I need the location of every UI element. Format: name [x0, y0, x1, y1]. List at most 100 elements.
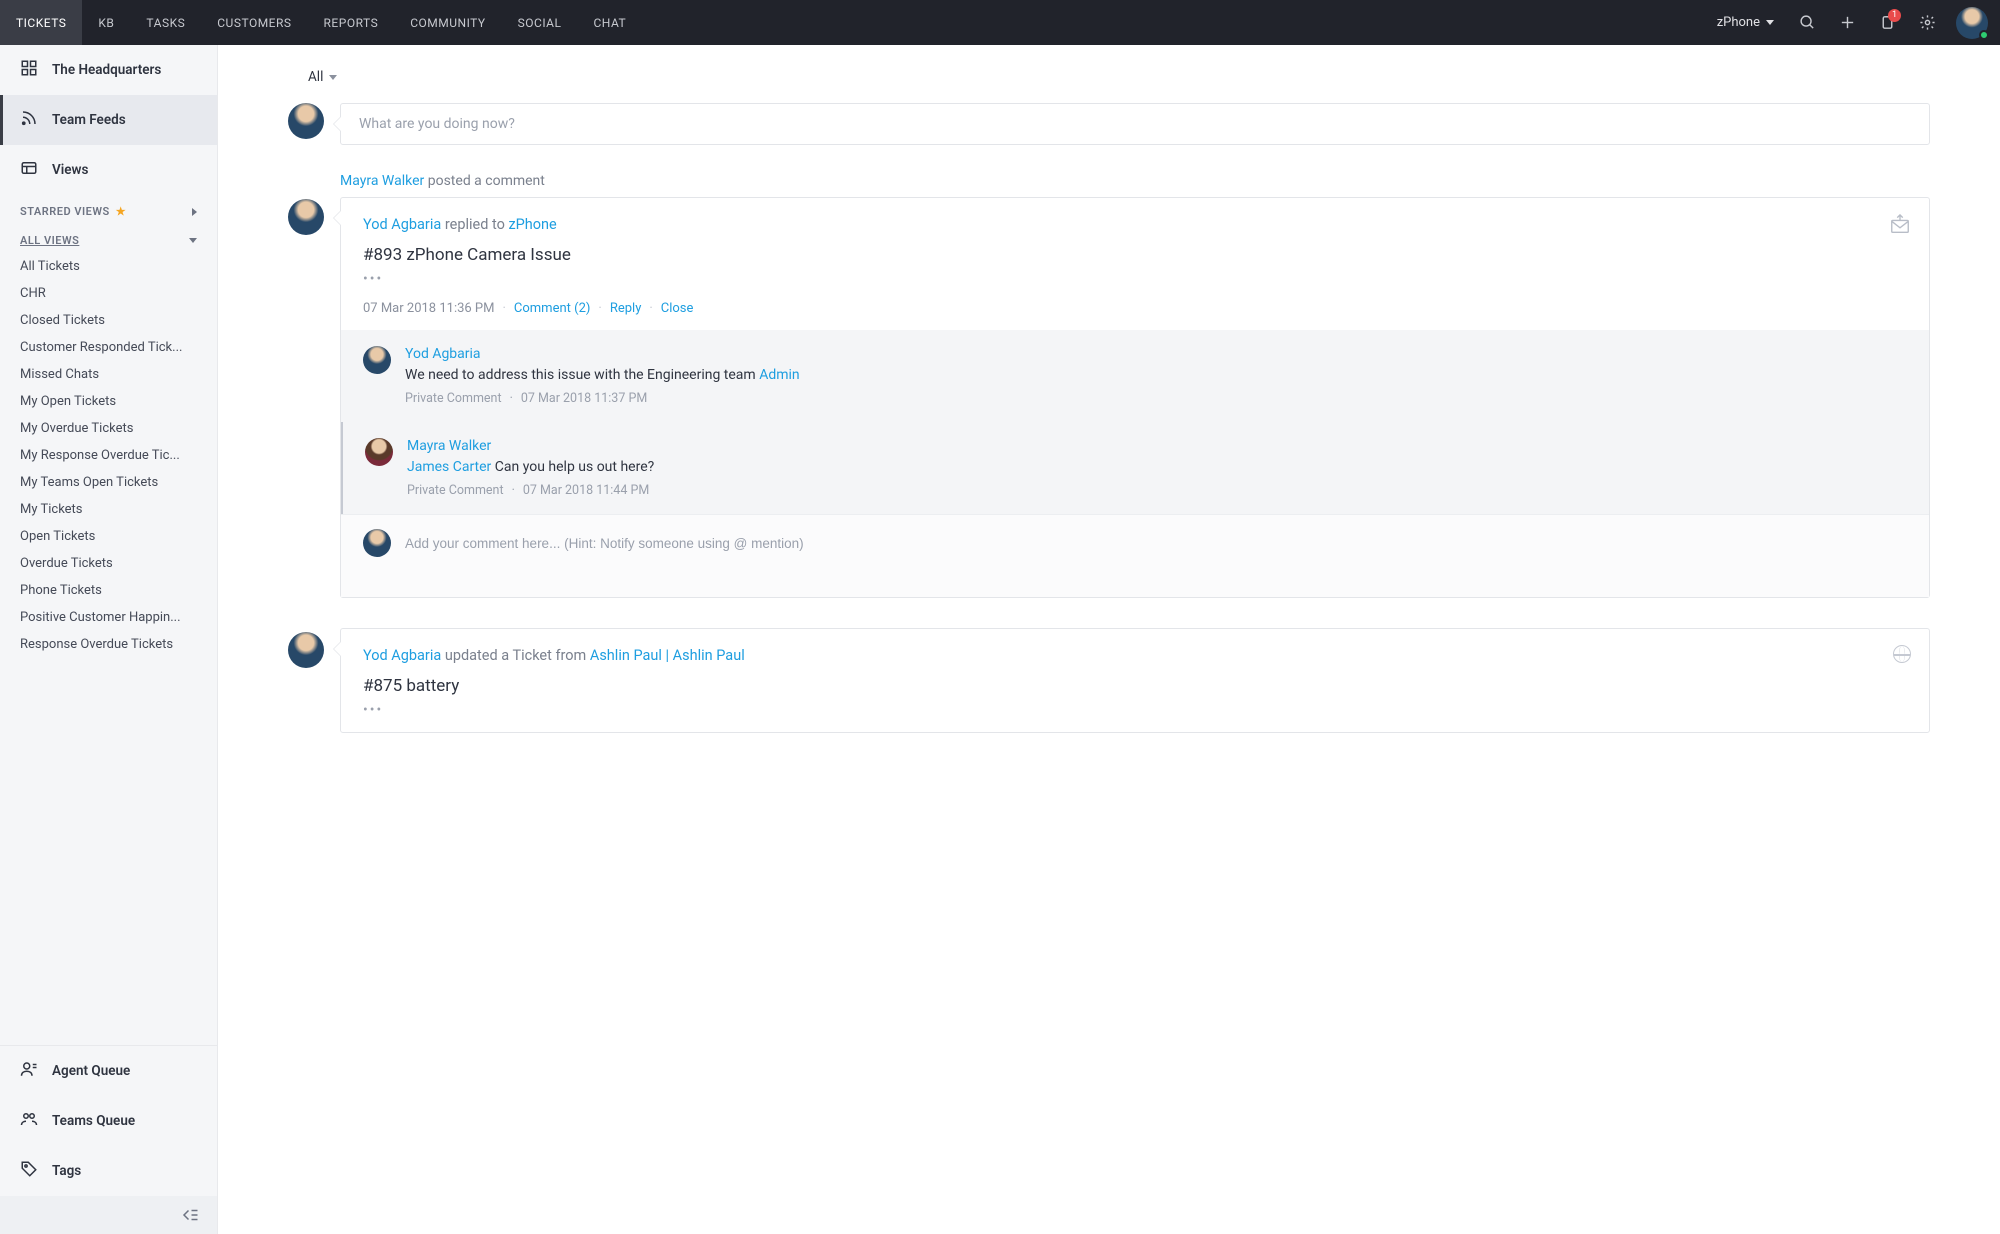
settings-button[interactable]	[1910, 6, 1944, 40]
feed-card: Yod Agbaria replied to zPhone#893 zPhone…	[340, 197, 1930, 598]
feed-pre-meta: Mayra Walker posted a comment	[340, 173, 1930, 189]
top-nav: TICKETSKBTASKSCUSTOMERSREPORTSCOMMUNITYS…	[0, 0, 2000, 45]
comment-author-link[interactable]: Mayra Walker	[407, 438, 1907, 454]
ticket-title[interactable]: #875 battery	[363, 676, 1907, 696]
post-target-link[interactable]: Ashlin Paul | Ashlin Paul	[590, 647, 745, 664]
view-link[interactable]: Closed Tickets	[0, 307, 217, 334]
comment-action[interactable]: Comment (2)	[514, 301, 591, 316]
starred-views-header[interactable]: STARRED VIEWS★	[0, 195, 217, 224]
view-link[interactable]: Missed Chats	[0, 361, 217, 388]
nav-social[interactable]: SOCIAL	[502, 0, 578, 45]
post-avatar	[288, 632, 324, 668]
feed-item: Yod Agbaria updated a Ticket from Ashlin…	[288, 628, 1930, 733]
card-icon	[1893, 645, 1911, 663]
view-link[interactable]: Phone Tickets	[0, 577, 217, 604]
sidebar-team-feeds[interactable]: Team Feeds	[0, 95, 217, 145]
comment: Yod Agbaria We need to address this issue…	[341, 330, 1929, 422]
compose-input[interactable]: What are you doing now?	[340, 103, 1930, 145]
close-action[interactable]: Close	[661, 301, 694, 316]
view-link[interactable]: My Open Tickets	[0, 388, 217, 415]
chevron-down-icon	[329, 75, 337, 80]
ellipsis: •••	[363, 702, 1907, 718]
sidebar-agent-queue[interactable]: Agent Queue	[0, 1046, 217, 1096]
grid-icon	[20, 59, 38, 81]
add-button[interactable]	[1830, 6, 1864, 40]
nav-kb[interactable]: KB	[82, 0, 130, 45]
comment-text: We need to address this issue with the E…	[405, 367, 1907, 383]
sidebar-tags[interactable]: Tags	[0, 1146, 217, 1196]
view-link[interactable]: Overdue Tickets	[0, 550, 217, 577]
brand-label: zPhone	[1717, 15, 1760, 30]
collapse-sidebar-button[interactable]	[0, 1196, 217, 1234]
chevron-down-icon	[1766, 20, 1774, 25]
star-icon: ★	[116, 205, 126, 218]
post-timestamp: 07 Mar 2018 11:36 PM	[363, 301, 495, 316]
comment-text: James Carter Can you help us out here?	[407, 459, 1907, 475]
post-target-link[interactable]: zPhone	[508, 216, 556, 233]
notifications-button[interactable]: 1	[1870, 6, 1904, 40]
presence-indicator	[1979, 30, 1989, 40]
comment-author-link[interactable]: Yod Agbaria	[405, 346, 1907, 362]
ticket-title[interactable]: #893 zPhone Camera Issue	[363, 245, 1907, 265]
view-link[interactable]: My Overdue Tickets	[0, 415, 217, 442]
comment-avatar	[365, 438, 393, 466]
comment-timestamp: 07 Mar 2018 11:37 PM	[521, 391, 647, 406]
comments-block: Yod Agbaria We need to address this issue…	[341, 330, 1929, 514]
collapse-icon	[181, 1208, 199, 1222]
all-views-header[interactable]: ALL VIEWS	[0, 224, 217, 253]
brand-selector[interactable]: zPhone	[1707, 15, 1784, 30]
profile-avatar[interactable]	[1956, 7, 1988, 39]
search-button[interactable]	[1790, 6, 1824, 40]
sidebar-teams-queue[interactable]: Teams Queue	[0, 1096, 217, 1146]
feed-card: Yod Agbaria updated a Ticket from Ashlin…	[340, 628, 1930, 733]
view-link[interactable]: My Teams Open Tickets	[0, 469, 217, 496]
notification-badge: 1	[1888, 9, 1901, 22]
team-icon	[20, 1110, 38, 1132]
feed-filter[interactable]: All	[308, 69, 1930, 85]
feed-item: Mayra Walker posted a comment Yod Agbaria…	[288, 173, 1930, 598]
nav-tasks[interactable]: TASKS	[130, 0, 201, 45]
mention-link[interactable]: Admin	[759, 367, 799, 383]
mail-out-icon	[1889, 214, 1911, 236]
view-link[interactable]: Response Overdue Tickets	[0, 631, 217, 658]
view-link[interactable]: CHR	[0, 280, 217, 307]
mention-link[interactable]: James Carter	[407, 459, 491, 475]
gear-icon	[1919, 14, 1936, 31]
view-link[interactable]: Customer Responded Tick...	[0, 334, 217, 361]
comment: Mayra Walker James Carter Can you help us…	[341, 422, 1929, 514]
add-comment-input[interactable]	[405, 529, 1907, 557]
sidebar-the-headquarters[interactable]: The Headquarters	[0, 45, 217, 95]
comment-type: Private Comment	[405, 391, 502, 406]
comment-timestamp: 07 Mar 2018 11:44 PM	[523, 483, 649, 498]
view-link[interactable]: All Tickets	[0, 253, 217, 280]
main-content: All What are you doing now? Mayra Walker…	[218, 45, 2000, 1234]
ellipsis: •••	[363, 271, 1907, 287]
nav-chat[interactable]: CHAT	[577, 0, 642, 45]
nav-community[interactable]: COMMUNITY	[394, 0, 501, 45]
view-link[interactable]: Positive Customer Happin...	[0, 604, 217, 631]
feed-icon	[20, 109, 38, 131]
nav-customers[interactable]: CUSTOMERS	[201, 0, 307, 45]
my-avatar	[363, 529, 391, 557]
nav-reports[interactable]: REPORTS	[308, 0, 395, 45]
post-author-link[interactable]: Yod Agbaria	[363, 216, 441, 233]
comment-type: Private Comment	[407, 483, 504, 498]
comment-avatar	[363, 346, 391, 374]
post-avatar	[288, 199, 324, 235]
view-link[interactable]: Open Tickets	[0, 523, 217, 550]
view-link[interactable]: My Response Overdue Tic...	[0, 442, 217, 469]
composer-avatar	[288, 103, 324, 139]
tag-icon	[20, 1160, 38, 1182]
post-author-link[interactable]: Yod Agbaria	[363, 647, 441, 664]
author-link[interactable]: Mayra Walker	[340, 173, 424, 189]
action-row: 07 Mar 2018 11:36 PM·Comment (2)·Reply·C…	[363, 301, 1907, 316]
chevron-right-icon	[192, 208, 197, 216]
card-icon	[1889, 214, 1911, 240]
agent-icon	[20, 1060, 38, 1082]
sidebar: The HeadquartersTeam FeedsViews STARRED …	[0, 45, 218, 1234]
sidebar-views[interactable]: Views	[0, 145, 217, 195]
view-link[interactable]: My Tickets	[0, 496, 217, 523]
reply-action[interactable]: Reply	[610, 301, 642, 316]
globe-icon	[1893, 645, 1911, 663]
nav-tickets[interactable]: TICKETS	[0, 0, 82, 45]
